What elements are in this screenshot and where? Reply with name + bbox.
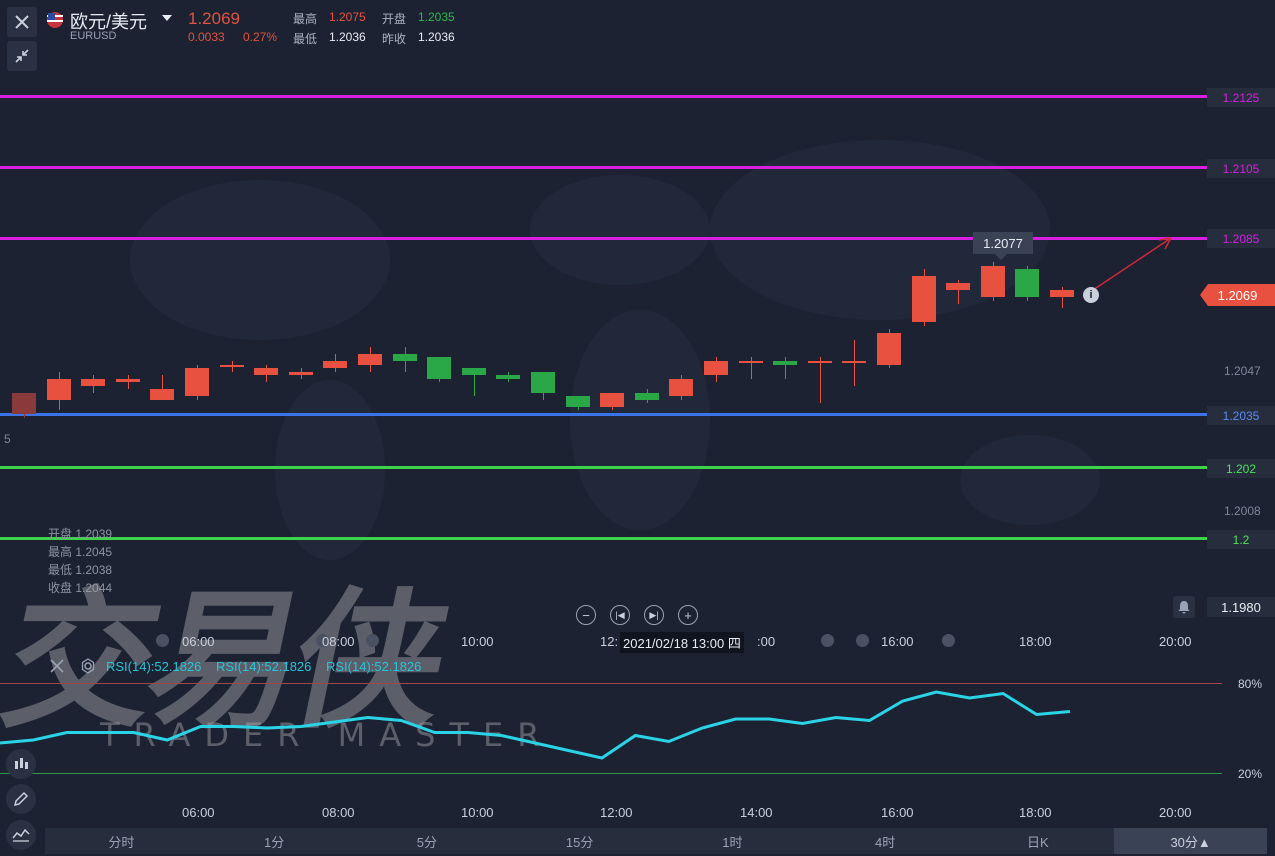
- rsi-path: [0, 690, 1071, 760]
- bell-icon: [1178, 601, 1190, 614]
- rsi-upper-label: 80%: [1238, 677, 1263, 691]
- candle-body[interactable]: [288, 371, 313, 376]
- candle-body[interactable]: [877, 332, 901, 365]
- pencil-icon: [13, 791, 29, 807]
- level-tag: 1.202: [1207, 459, 1275, 478]
- time-label-suffix: :00: [757, 634, 776, 649]
- bottom-time-label: 18:00: [1019, 805, 1052, 820]
- time-label: 18:00: [1019, 634, 1052, 649]
- candle-body[interactable]: [531, 371, 555, 393]
- tooltip-pointer: [995, 254, 1007, 260]
- candle-body[interactable]: [842, 361, 867, 363]
- level-tag: 1.2125: [1207, 88, 1275, 107]
- candle-body[interactable]: [254, 368, 279, 376]
- candle-body[interactable]: [704, 361, 728, 376]
- tab-timeshare[interactable]: 分时: [45, 828, 198, 854]
- event-marker[interactable]: [366, 634, 379, 647]
- candle-body[interactable]: [427, 357, 452, 379]
- time-label: 12:: [600, 634, 619, 649]
- candle-body[interactable]: [807, 361, 832, 363]
- candle-body[interactable]: [219, 364, 244, 367]
- candle-body[interactable]: [911, 276, 936, 323]
- candle-body[interactable]: [323, 361, 348, 369]
- crosshair-time-label: 2021/02/18 13:00 四: [620, 632, 744, 653]
- candle-body[interactable]: [669, 378, 694, 397]
- draw-tool-button[interactable]: [6, 784, 36, 814]
- info-marker-icon[interactable]: i: [1083, 287, 1099, 303]
- candle-body[interactable]: [150, 389, 175, 400]
- tab-daily[interactable]: 日K: [962, 828, 1115, 854]
- bottom-time-label: 16:00: [881, 805, 914, 820]
- zoom-in-button[interactable]: +: [678, 605, 698, 625]
- rsi-lower-label: 20%: [1238, 767, 1263, 781]
- candle-body[interactable]: [496, 375, 521, 379]
- time-label: 10:00: [461, 634, 494, 649]
- candle-body[interactable]: [773, 361, 798, 365]
- candle-body[interactable]: [46, 378, 71, 400]
- bottom-time-label: 20:00: [1159, 805, 1192, 820]
- candle-body[interactable]: [392, 353, 417, 361]
- candle-body[interactable]: [115, 378, 140, 383]
- indicator-icon: [12, 828, 30, 842]
- indicator-tool-button[interactable]: [6, 820, 36, 850]
- candle-body[interactable]: [980, 265, 1005, 298]
- tab-15min[interactable]: 15分: [503, 828, 656, 854]
- time-label: 08:00: [322, 634, 355, 649]
- zoom-out-icon: −: [582, 607, 590, 623]
- candlestick-series: [0, 0, 1200, 600]
- candle-body[interactable]: [738, 361, 763, 363]
- rsi-line: [0, 690, 1071, 760]
- candlestick-icon: [15, 758, 28, 769]
- skip-back-button[interactable]: |◀: [610, 605, 630, 625]
- tab-5min[interactable]: 5分: [351, 828, 504, 854]
- event-marker[interactable]: [156, 634, 169, 647]
- candle-body[interactable]: [12, 392, 36, 414]
- price-tick: 1.2047: [1224, 364, 1261, 378]
- level-tag: 1.2: [1207, 530, 1275, 549]
- candle-body[interactable]: [1015, 269, 1040, 298]
- candle-body[interactable]: [634, 392, 659, 400]
- bottom-price-value: 1.1980: [1207, 597, 1275, 617]
- event-marker[interactable]: [856, 634, 869, 647]
- zoom-out-button[interactable]: −: [576, 605, 596, 625]
- candle-body[interactable]: [358, 353, 382, 365]
- level-tag: 1.2105: [1207, 159, 1275, 178]
- price-tooltip: 1.2077: [973, 232, 1033, 254]
- trend-arrow[interactable]: [1085, 232, 1177, 296]
- level-tag: 1.2085: [1207, 229, 1275, 248]
- bottom-time-label: 12:00: [600, 805, 633, 820]
- bottom-time-label: 14:00: [740, 805, 773, 820]
- current-price-tag: 1.2069: [1200, 284, 1275, 306]
- candlestick-tool-button[interactable]: [6, 749, 36, 779]
- candle-wick: [127, 375, 129, 390]
- tab-30min[interactable]: 30分▲: [1114, 828, 1267, 854]
- tab-4hour[interactable]: 4时: [809, 828, 962, 854]
- skip-forward-icon: ▶|: [649, 609, 659, 620]
- candle-body[interactable]: [81, 378, 106, 386]
- zoom-in-icon: +: [684, 607, 692, 623]
- level-tag: 1.2035: [1207, 406, 1275, 425]
- time-label: 06:00: [182, 634, 215, 649]
- period-tab-bar: 分时 1分 5分 15分 1时 4时 日K 30分▲: [45, 828, 1267, 854]
- bottom-time-label: 08:00: [322, 805, 355, 820]
- bottom-time-label: 10:00: [461, 805, 494, 820]
- bottom-time-label: 06:00: [182, 805, 215, 820]
- skip-forward-button[interactable]: ▶|: [644, 605, 664, 625]
- candle-wick: [819, 357, 821, 404]
- candle-body[interactable]: [565, 396, 590, 407]
- candle-body[interactable]: [600, 392, 625, 407]
- time-label: 16:00: [881, 634, 914, 649]
- candle-body[interactable]: [1050, 290, 1074, 298]
- candle-body[interactable]: [185, 368, 209, 397]
- candle-body[interactable]: [461, 368, 486, 376]
- tab-1hour[interactable]: 1时: [656, 828, 809, 854]
- skip-back-icon: |◀: [615, 609, 625, 620]
- price-tick: 1.2008: [1224, 504, 1261, 518]
- event-marker[interactable]: [942, 634, 955, 647]
- candle-body[interactable]: [946, 283, 971, 291]
- event-marker[interactable]: [821, 634, 834, 647]
- tab-1min[interactable]: 1分: [198, 828, 351, 854]
- time-label: 20:00: [1159, 634, 1192, 649]
